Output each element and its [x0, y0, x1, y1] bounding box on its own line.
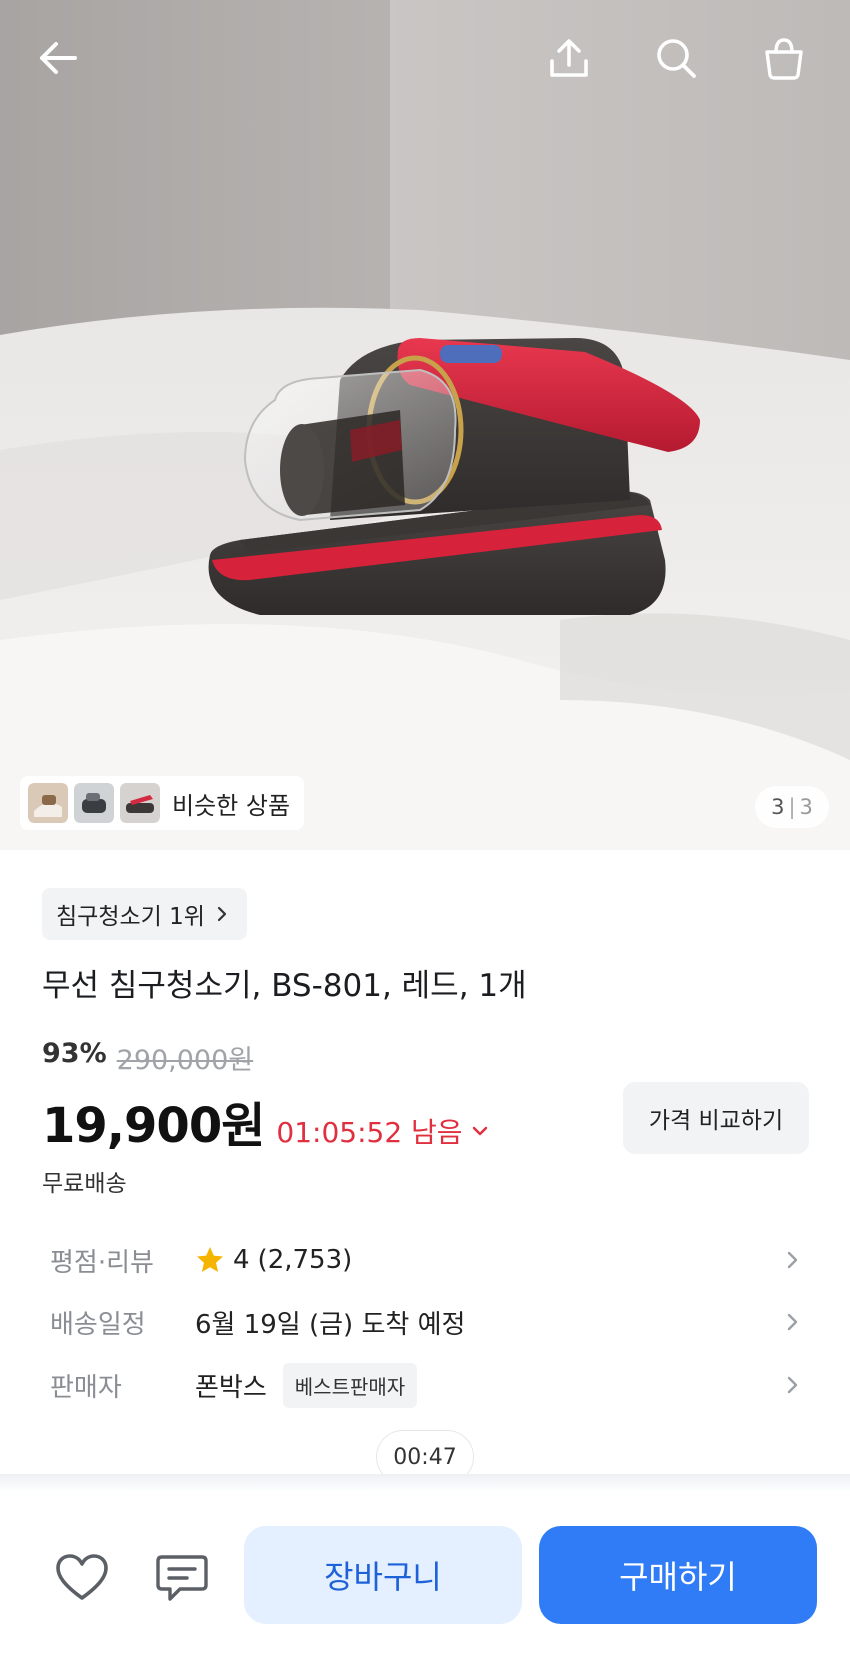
seller-row-value: 폰박스 베스트판매자	[195, 1362, 418, 1408]
product-photo	[0, 0, 850, 850]
delivery-schedule-row[interactable]: 배송일정 6월 19일 (금) 도착 예정	[0, 1294, 850, 1350]
rating-score: 4	[233, 1245, 250, 1275]
share-upload-icon	[550, 39, 588, 77]
review-count: (2,753)	[257, 1245, 353, 1275]
shipping-info: 무료배송	[42, 1171, 127, 1197]
star-icon	[197, 1247, 223, 1272]
delivery-row-label: 배송일정	[50, 1309, 146, 1340]
image-page-counter: 3 | 3	[755, 786, 829, 828]
cart-button[interactable]	[756, 30, 812, 86]
seller-row-label: 판매자	[50, 1372, 122, 1403]
inquiry-button[interactable]	[152, 1548, 212, 1608]
rating-row-value: 4 (2,753)	[195, 1245, 352, 1275]
similar-products-button[interactable]: 비슷한 상품	[20, 776, 305, 830]
similar-products-label: 비슷한 상품	[172, 791, 291, 820]
price-compare-button[interactable]: 가격 비교하기	[623, 1082, 809, 1154]
delivery-row-value: 6월 19일 (금) 도착 예정	[195, 1309, 466, 1340]
heart-icon	[56, 1554, 108, 1600]
discount-line: 93% 290,000원	[42, 1038, 253, 1077]
search-button[interactable]	[648, 30, 704, 86]
original-price: 290,000원	[116, 1045, 254, 1076]
best-seller-badge: 베스트판매자	[282, 1362, 418, 1408]
rating-row-label: 평점·리뷰	[50, 1247, 154, 1278]
rating-review-row[interactable]: 평점·리뷰 4 (2,753)	[0, 1232, 850, 1288]
similar-thumb-3	[120, 783, 160, 823]
discount-rate: 93%	[42, 1038, 107, 1069]
shopping-bag-icon	[765, 38, 803, 80]
total-pages: 3	[799, 795, 813, 819]
product-image-gallery[interactable]: 비슷한 상품 3 | 3	[0, 0, 850, 850]
similar-thumb-2	[74, 783, 114, 823]
seller-row[interactable]: 판매자 폰박스 베스트판매자	[0, 1357, 850, 1413]
arrow-left-icon	[40, 42, 77, 74]
chevron-right-icon	[787, 1251, 798, 1269]
page-separator: |	[788, 795, 796, 819]
add-to-cart-button[interactable]: 장바구니	[244, 1526, 522, 1624]
deal-countdown[interactable]: 01:05:52 남음	[276, 1111, 488, 1151]
seller-name: 폰박스	[195, 1372, 267, 1403]
chevron-down-icon	[472, 1126, 487, 1136]
search-icon	[657, 39, 696, 78]
share-button[interactable]	[541, 30, 597, 86]
buy-now-button[interactable]: 구매하기	[539, 1526, 817, 1624]
wishlist-button[interactable]	[52, 1548, 112, 1608]
chevron-right-icon	[787, 1376, 798, 1394]
product-title: 무선 침구청소기, BS-801, 레드, 1개	[42, 968, 527, 1004]
sale-price: 19,900원	[42, 1098, 265, 1154]
chevron-right-icon	[217, 906, 227, 922]
back-button[interactable]	[30, 30, 86, 86]
price-line: 19,900원 01:05:52 남음	[42, 1086, 489, 1156]
rank-chip-label: 침구청소기 1위	[56, 904, 205, 930]
chevron-right-icon	[787, 1313, 798, 1331]
bottom-bar-shadow	[0, 1474, 850, 1492]
category-rank-chip[interactable]: 침구청소기 1위	[42, 888, 247, 940]
chat-icon	[156, 1555, 208, 1601]
similar-thumb-1	[28, 783, 68, 823]
current-page: 3	[771, 795, 785, 819]
countdown-text: 01:05:52 남음	[276, 1116, 463, 1149]
